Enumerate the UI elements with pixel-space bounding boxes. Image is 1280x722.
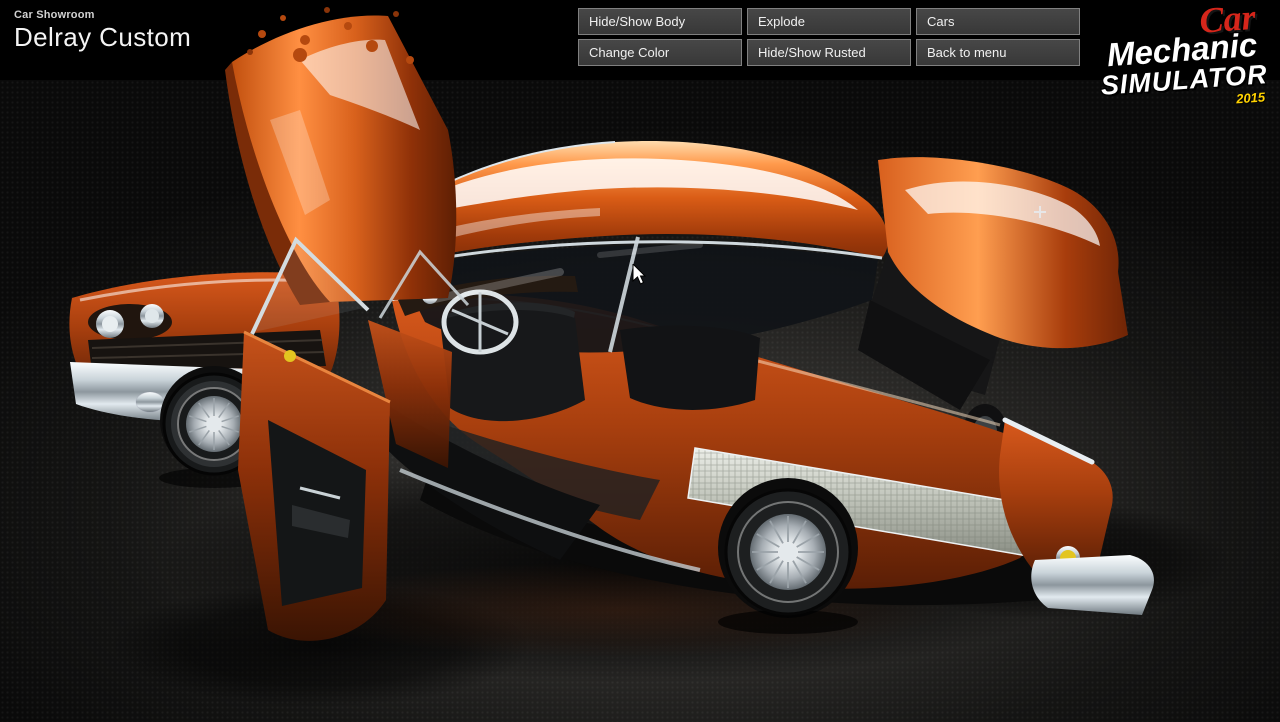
- headlight: [102, 316, 118, 332]
- rear-seat: [620, 326, 760, 410]
- headlight-2: [145, 309, 159, 323]
- hide-show-body-button[interactable]: Hide/Show Body: [578, 8, 742, 35]
- hide-show-rusted-button[interactable]: Hide/Show Rusted: [747, 39, 911, 66]
- breadcrumb: Car Showroom: [14, 9, 191, 21]
- change-color-button[interactable]: Change Color: [578, 39, 742, 66]
- game-logo: Car Mechanic SIMULATOR 2015: [1096, 0, 1270, 115]
- car-render: [0, 0, 1280, 722]
- hood-open: [225, 7, 456, 305]
- door-yellow-clip: [284, 350, 296, 362]
- toolbar: Hide/Show Body Explode Cars Change Color…: [578, 8, 1080, 66]
- page-title: Delray Custom: [14, 22, 191, 53]
- rear-bumper: [1031, 555, 1154, 615]
- cars-button[interactable]: Cars: [916, 8, 1080, 35]
- back-to-menu-button[interactable]: Back to menu: [916, 39, 1080, 66]
- explode-button[interactable]: Explode: [747, 8, 911, 35]
- front-seat: [440, 310, 585, 421]
- showroom-viewport[interactable]: [0, 0, 1280, 722]
- trunk-lid-open: [858, 157, 1128, 410]
- header-title-block: Car Showroom Delray Custom: [14, 9, 191, 53]
